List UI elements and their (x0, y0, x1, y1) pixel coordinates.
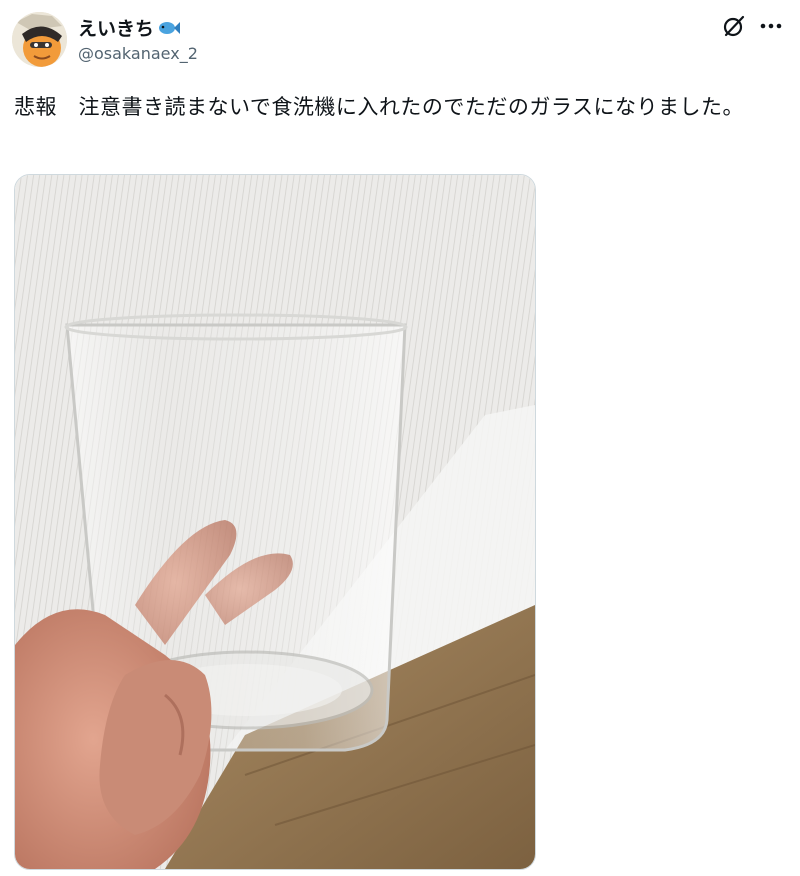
fish-emoji-icon (158, 19, 181, 37)
more-icon[interactable] (758, 14, 784, 38)
grok-icon[interactable] (722, 14, 746, 38)
author-name-row[interactable]: えいきち (78, 14, 181, 41)
author-display-name[interactable]: えいきち (78, 14, 154, 41)
glass-cup-photo (15, 175, 535, 869)
avatar[interactable] (12, 12, 67, 67)
author-handle[interactable]: @osakanaex_2 (78, 44, 198, 63)
avatar-image (12, 12, 67, 67)
post-media-photo[interactable] (14, 174, 536, 870)
post-text: 悲報 注意書き読まないで食洗機に入れたのでただのガラスになりました。 (14, 95, 744, 119)
